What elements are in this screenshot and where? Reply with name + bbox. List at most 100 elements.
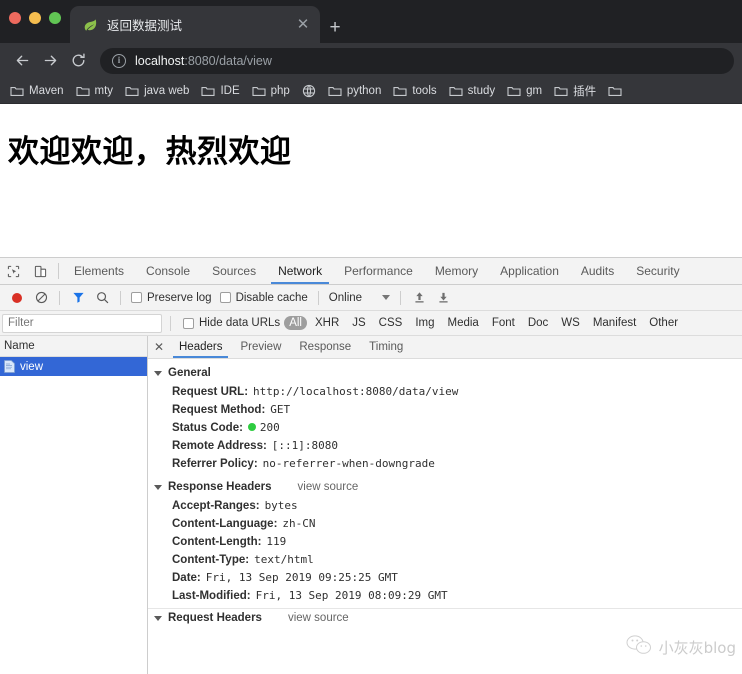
filter-type-media[interactable]: Media — [443, 316, 484, 330]
request-list: Name view — [0, 336, 148, 674]
close-icon[interactable]: ✕ — [294, 16, 312, 34]
filter-input[interactable]: Filter — [2, 314, 162, 333]
clear-button[interactable] — [29, 287, 53, 309]
import-har-button[interactable] — [407, 287, 431, 309]
divider — [318, 291, 319, 305]
browser-tab[interactable]: 返回数据测试 ✕ — [70, 6, 320, 43]
header-row: Request URL: http://localhost:8080/data/v… — [148, 382, 742, 400]
back-arrow-icon[interactable] — [8, 47, 36, 75]
tab-console[interactable]: Console — [135, 258, 201, 284]
detail-tab-headers[interactable]: Headers — [170, 336, 231, 358]
document-icon — [4, 360, 15, 373]
filter-type-img[interactable]: Img — [410, 316, 439, 330]
header-row: Request Method:GET — [148, 400, 742, 418]
request-headers-section-header[interactable]: Request Headers view source — [148, 609, 742, 627]
tab-network[interactable]: Network — [267, 258, 333, 284]
tab-elements[interactable]: Elements — [63, 258, 135, 284]
bookmark-tools[interactable]: tools — [389, 84, 444, 98]
export-har-button[interactable] — [431, 287, 455, 309]
filter-type-all[interactable]: All — [284, 316, 307, 330]
triangle-down-icon — [154, 485, 162, 490]
disable-cache-checkbox[interactable]: Disable cache — [216, 292, 312, 304]
folder-icon — [449, 84, 463, 98]
filter-type-xhr[interactable]: XHR — [310, 316, 344, 330]
filter-button[interactable] — [66, 287, 90, 309]
page-viewport: 欢迎欢迎，热烈欢迎 — [0, 104, 742, 257]
header-key: Referrer Policy: — [172, 458, 258, 470]
header-value: Fri, 13 Sep 2019 09:25:25 GMT — [206, 571, 398, 584]
request-detail-pane: ✕ HeadersPreviewResponseTiming General R… — [148, 336, 742, 674]
preserve-log-label: Preserve log — [147, 292, 212, 304]
bookmark-php[interactable]: php — [248, 84, 298, 98]
request-headers-title: Request Headers — [168, 612, 262, 624]
header-value: zh-CN — [282, 517, 315, 530]
bookmark-label: Maven — [29, 85, 64, 97]
bookmark-ide[interactable]: IDE — [197, 84, 247, 98]
header-row: Content-Language:zh-CN — [148, 514, 742, 532]
tab-performance[interactable]: Performance — [333, 258, 424, 284]
general-section-header[interactable]: General — [148, 364, 742, 382]
bookmark-item[interactable] — [604, 84, 630, 98]
bookmark-python[interactable]: python — [324, 84, 390, 98]
response-headers-section-header[interactable]: Response Headers view source — [148, 478, 742, 496]
header-key: Request URL: — [172, 386, 248, 398]
detail-tab-preview[interactable]: Preview — [231, 336, 290, 358]
bookmark-label: java web — [144, 85, 189, 97]
forward-arrow-icon[interactable] — [36, 47, 64, 75]
minimize-window-button[interactable] — [29, 12, 41, 24]
detail-tab-response[interactable]: Response — [290, 336, 360, 358]
detail-tab-timing[interactable]: Timing — [360, 336, 412, 358]
bookmark-label: IDE — [220, 85, 239, 97]
general-rows: Request URL: http://localhost:8080/data/v… — [148, 382, 742, 472]
preserve-log-checkbox[interactable]: Preserve log — [127, 292, 216, 304]
tab-application[interactable]: Application — [489, 258, 570, 284]
filter-type-css[interactable]: CSS — [374, 316, 408, 330]
site-info-icon[interactable]: i — [112, 54, 126, 68]
bookmark-mty[interactable]: mty — [72, 84, 122, 98]
view-source-link[interactable]: view source — [298, 481, 359, 493]
spring-leaf-icon — [82, 17, 98, 33]
filter-type-other[interactable]: Other — [644, 316, 683, 330]
new-tab-button[interactable]: + — [322, 14, 348, 40]
record-button[interactable] — [5, 287, 29, 309]
bookmark-gm[interactable]: gm — [503, 84, 550, 98]
headers-content[interactable]: General Request URL: http://localhost:808… — [148, 359, 742, 674]
folder-icon — [608, 84, 622, 98]
checkbox-box — [131, 292, 142, 303]
filter-type-doc[interactable]: Doc — [523, 316, 553, 330]
filter-type-js[interactable]: JS — [347, 316, 370, 330]
tab-security[interactable]: Security — [625, 258, 690, 284]
device-toolbar-icon[interactable] — [27, 258, 54, 284]
tab-sources[interactable]: Sources — [201, 258, 267, 284]
maximize-window-button[interactable] — [49, 12, 61, 24]
throttling-select[interactable]: Online — [325, 292, 394, 304]
filter-type-ws[interactable]: WS — [556, 316, 585, 330]
bookmark-item[interactable] — [298, 84, 324, 98]
bookmark-study[interactable]: study — [445, 84, 504, 98]
tab-audits[interactable]: Audits — [570, 258, 625, 284]
bookmark-插件[interactable]: 插件 — [550, 83, 604, 99]
search-button[interactable] — [90, 287, 114, 309]
table-row[interactable]: view — [0, 357, 147, 376]
close-window-button[interactable] — [9, 12, 21, 24]
bookmark-maven[interactable]: Maven — [6, 84, 72, 98]
address-bar[interactable]: i localhost:8080/data/view — [100, 48, 734, 74]
header-key: Remote Address: — [172, 440, 267, 452]
filter-type-manifest[interactable]: Manifest — [588, 316, 641, 330]
hide-data-urls-checkbox[interactable]: Hide data URLs — [179, 317, 284, 329]
header-value: http://localhost:8080/data/view — [253, 385, 458, 398]
bookmark-java-web[interactable]: java web — [121, 84, 197, 98]
inspect-element-icon[interactable] — [0, 258, 27, 284]
response-header-rows: Accept-Ranges:bytesContent-Language:zh-C… — [148, 496, 742, 604]
view-source-link[interactable]: view source — [288, 612, 349, 624]
reload-icon[interactable] — [64, 47, 92, 75]
watermark-text: 小灰灰blog — [659, 637, 736, 658]
divider — [59, 291, 60, 305]
chevron-down-icon — [382, 295, 390, 300]
header-row: Content-Length:119 — [148, 532, 742, 550]
filter-type-font[interactable]: Font — [487, 316, 520, 330]
close-icon[interactable]: ✕ — [148, 336, 170, 358]
bookmark-label: python — [347, 85, 382, 97]
header-key: Content-Type: — [172, 554, 249, 566]
tab-memory[interactable]: Memory — [424, 258, 489, 284]
